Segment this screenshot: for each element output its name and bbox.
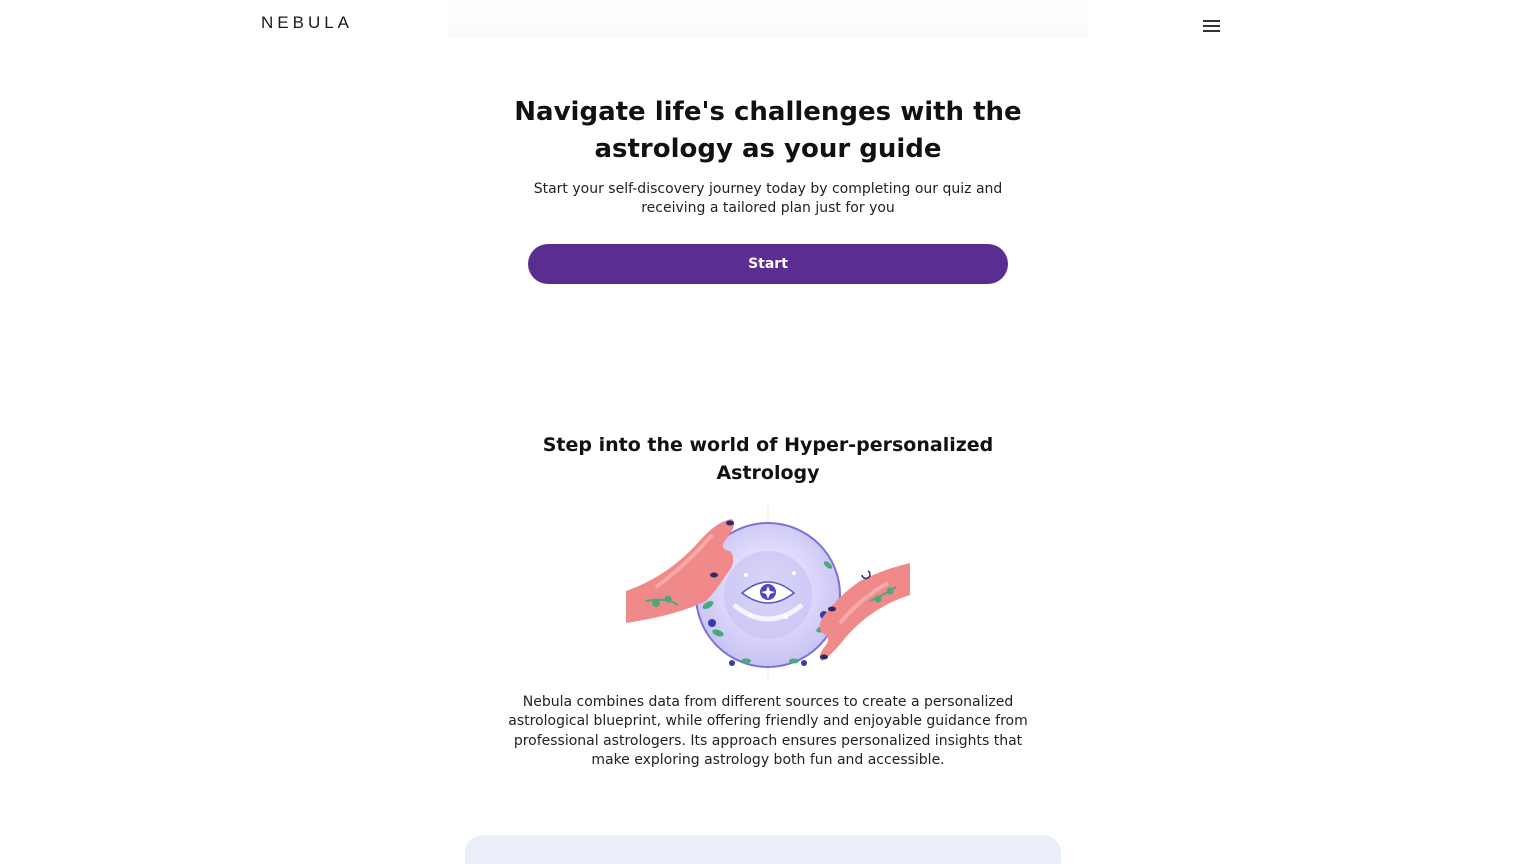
hands-crystal-ball-eye-illustration	[626, 505, 910, 680]
feature-description: Nebula combines data from different sour…	[508, 694, 1028, 768]
section-title: Step into the world of Hyper-personalize…	[542, 434, 994, 484]
menu-line	[1203, 30, 1220, 32]
nebula-logo[interactable]: NEBULA	[261, 13, 353, 33]
menu-line	[1203, 25, 1220, 27]
hero-subtitle: Start your self-discovery journey today …	[533, 181, 1003, 216]
page: NEBULA Navigate life's challenges with t…	[0, 0, 1536, 864]
hero-title: Navigate life's challenges with the astr…	[514, 97, 1022, 164]
menu-line	[1203, 20, 1220, 22]
bottom-card	[465, 835, 1061, 864]
start-button[interactable]: Start	[528, 244, 1008, 284]
hamburger-menu-icon[interactable]	[1200, 15, 1224, 37]
header-background	[448, 0, 1088, 37]
